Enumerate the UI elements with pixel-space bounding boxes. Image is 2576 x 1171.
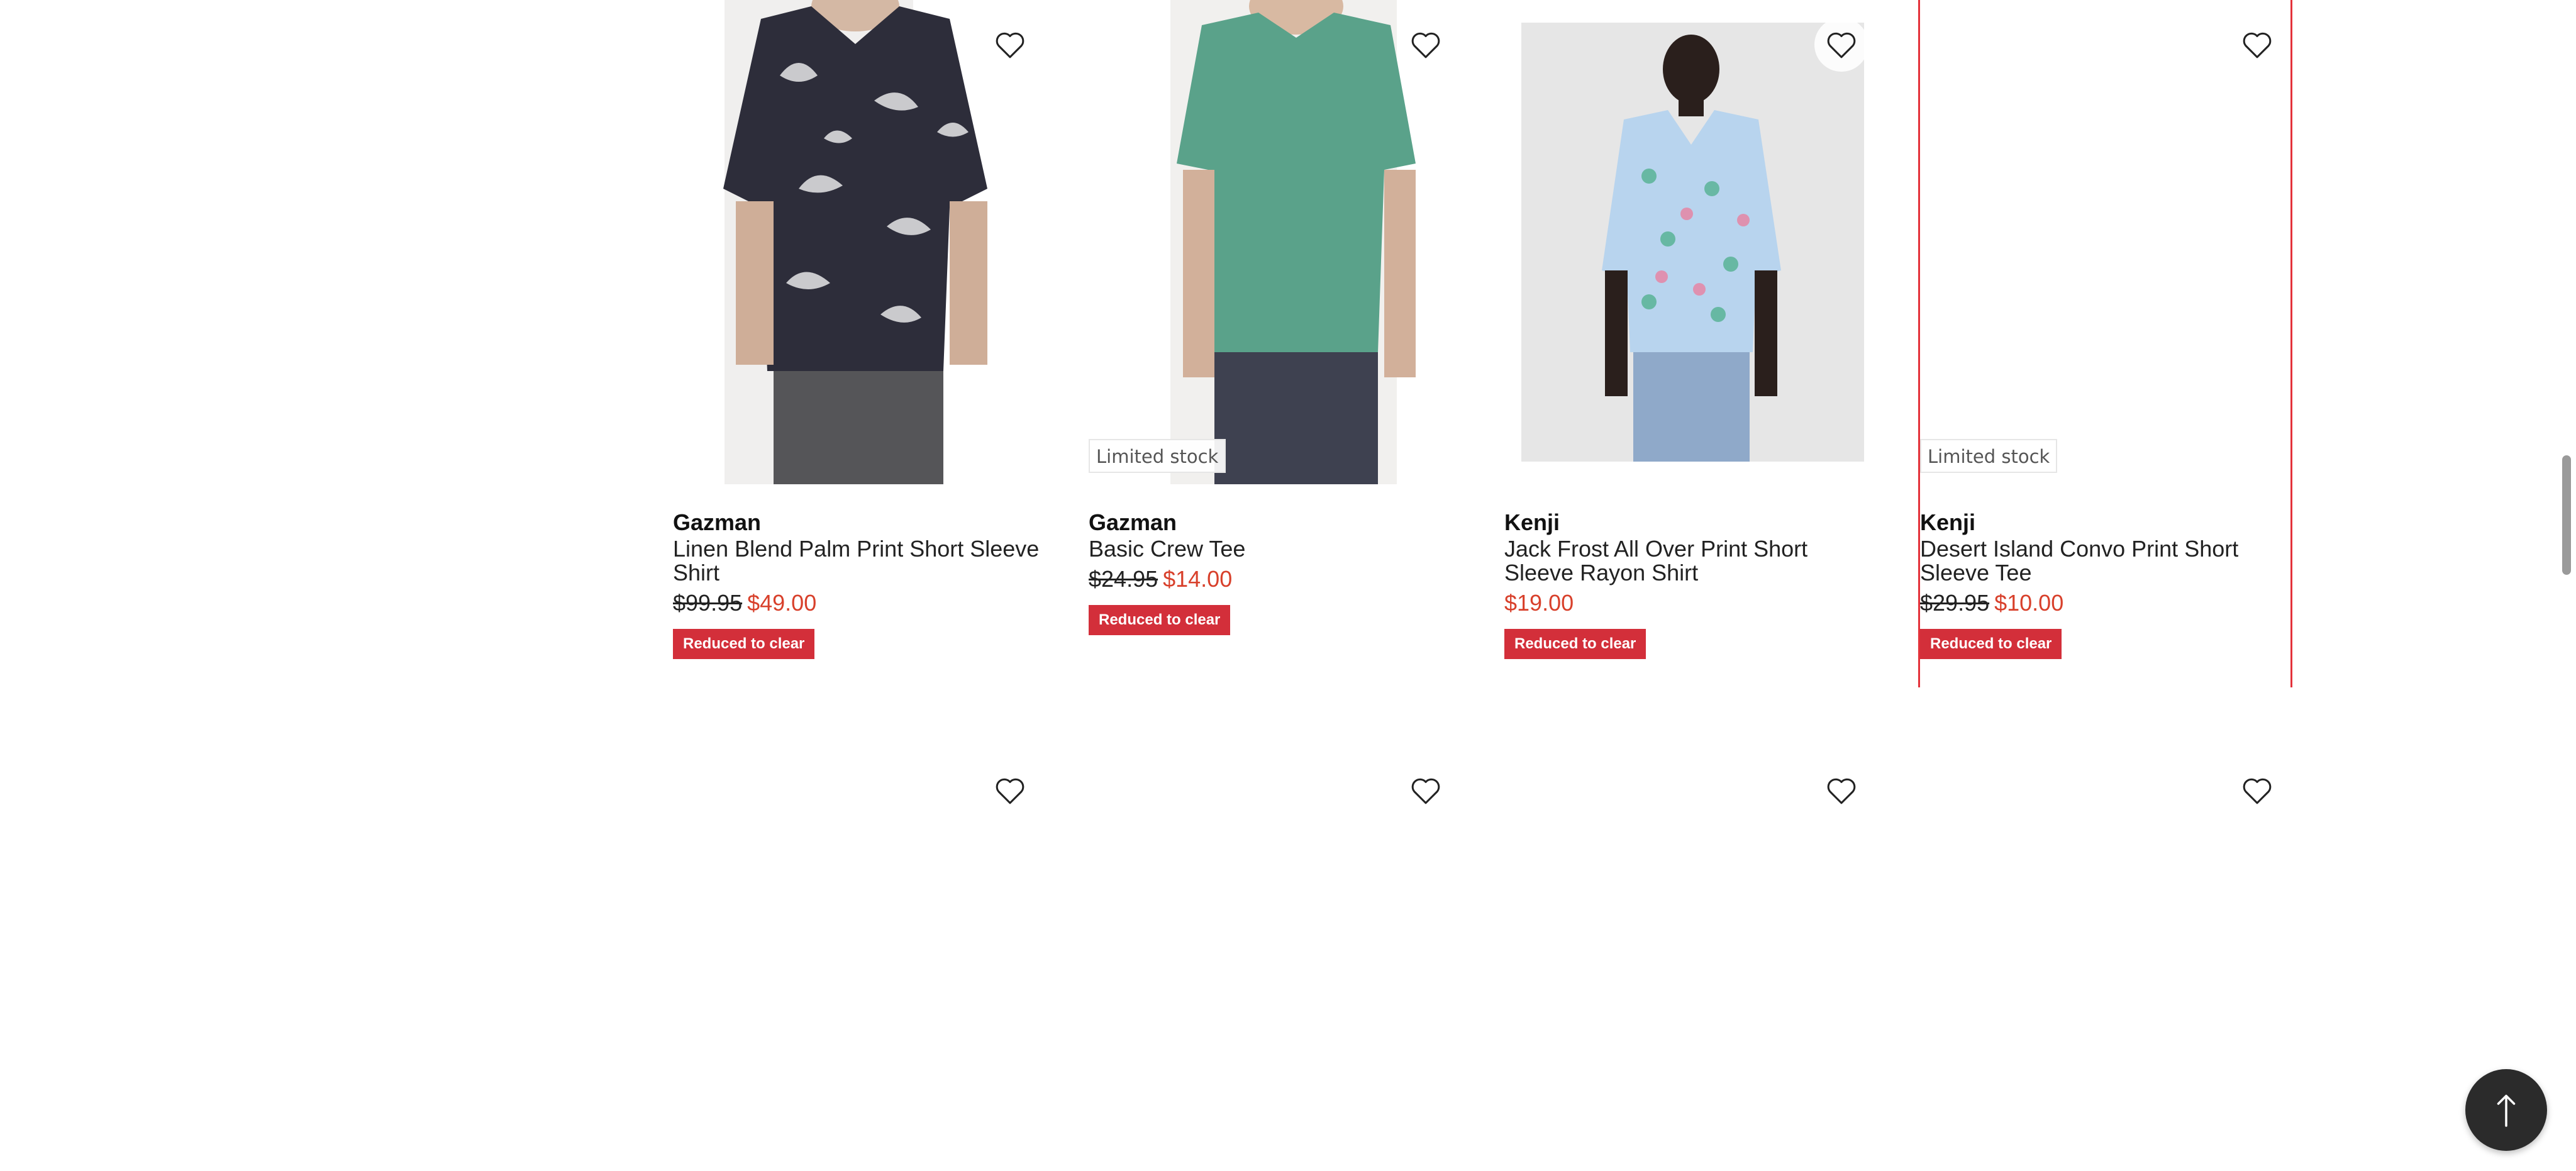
heart-outline-icon: [2243, 32, 2272, 58]
product-grid-row-1: Gazman Linen Blend Palm Print Short Slee…: [0, 0, 2576, 692]
arrow-up-icon: [2497, 1094, 2516, 1127]
original-price: $99.95: [673, 590, 743, 616]
product-image[interactable]: Limited stock: [1089, 0, 1463, 484]
favourite-button[interactable]: [983, 763, 1037, 818]
heart-outline-icon: [996, 32, 1024, 58]
product-title[interactable]: Jack Frost All Over Print Short Sleeve R…: [1504, 537, 1879, 585]
product-prices: $99.95 $49.00: [673, 589, 1047, 618]
product-card[interactable]: Limited stock Gazman Basic Crew Tee $24.…: [1089, 0, 1463, 687]
original-price: $29.95: [1920, 590, 1990, 616]
product-brand[interactable]: Kenji: [1920, 508, 2294, 537]
promo-badge: Reduced to clear: [673, 629, 815, 659]
original-price: $24.95: [1089, 566, 1158, 592]
product-info: Kenji Jack Frost All Over Print Short Sl…: [1504, 508, 1879, 659]
product-prices: $29.95 $10.00: [1920, 589, 2294, 618]
sale-price: $10.00: [1994, 590, 2064, 616]
product-info: Gazman Linen Blend Palm Print Short Slee…: [673, 508, 1047, 659]
product-title[interactable]: Basic Crew Tee: [1089, 537, 1463, 561]
product-image[interactable]: [1504, 0, 1879, 484]
product-brand[interactable]: Gazman: [1089, 508, 1463, 537]
favourite-button[interactable]: [2230, 18, 2284, 72]
product-image[interactable]: Limited stock: [1920, 0, 2294, 484]
promo-badge: Reduced to clear: [1920, 629, 2062, 659]
product-brand[interactable]: Kenji: [1504, 508, 1879, 537]
product-card[interactable]: [1504, 746, 1879, 1171]
product-title[interactable]: Linen Blend Palm Print Short Sleeve Shir…: [673, 537, 1047, 585]
product-card[interactable]: [1920, 746, 2294, 1171]
product-prices: $19.00: [1504, 589, 1879, 618]
promo-badge: Reduced to clear: [1089, 605, 1231, 635]
favourite-button[interactable]: [1814, 18, 1868, 72]
limited-stock-badge: Limited stock: [1920, 439, 2058, 473]
product-card-selected[interactable]: Limited stock Kenji Desert Island Convo …: [1918, 0, 2292, 687]
product-card[interactable]: Kenji Jack Frost All Over Print Short Sl…: [1504, 0, 1879, 687]
heart-outline-icon: [1827, 32, 1856, 58]
product-photo-crew-tee: [1170, 0, 1416, 484]
product-photo-jack-frost-shirt: [1521, 23, 1864, 462]
heart-outline-icon: [1411, 32, 1440, 58]
back-to-top-button[interactable]: [2465, 1069, 2547, 1151]
sale-price: $14.00: [1163, 566, 1233, 592]
favourite-button[interactable]: [983, 18, 1037, 72]
product-card[interactable]: [673, 746, 1047, 1171]
product-image[interactable]: [673, 0, 1047, 484]
limited-stock-badge: Limited stock: [1089, 439, 1226, 473]
heart-outline-icon: [1827, 778, 1856, 804]
favourite-button[interactable]: [1399, 763, 1453, 818]
product-info: Gazman Basic Crew Tee $24.95 $14.00 Reduc…: [1089, 508, 1463, 635]
product-card[interactable]: Gazman Linen Blend Palm Print Short Slee…: [673, 0, 1047, 687]
promo-badge: Reduced to clear: [1504, 629, 1646, 659]
sale-price: $19.00: [1504, 590, 1574, 616]
product-brand[interactable]: Gazman: [673, 508, 1047, 537]
product-photo-palm-shirt: [723, 0, 987, 484]
favourite-button[interactable]: [1399, 18, 1453, 72]
favourite-button[interactable]: [1814, 763, 1868, 818]
heart-outline-icon: [2243, 778, 2272, 804]
product-card[interactable]: [1089, 746, 1463, 1171]
page-scrollbar-thumb[interactable]: [2562, 455, 2571, 575]
product-listing-page: Gazman Linen Blend Palm Print Short Slee…: [0, 0, 2576, 1171]
favourite-button[interactable]: [2230, 763, 2284, 818]
product-info: Kenji Desert Island Convo Print Short Sl…: [1920, 508, 2294, 659]
heart-outline-icon: [996, 778, 1024, 804]
product-prices: $24.95 $14.00: [1089, 565, 1463, 594]
product-grid-row-2: [0, 746, 2576, 1171]
product-title[interactable]: Desert Island Convo Print Short Sleeve T…: [1920, 537, 2294, 585]
heart-outline-icon: [1411, 778, 1440, 804]
sale-price: $49.00: [747, 590, 817, 616]
